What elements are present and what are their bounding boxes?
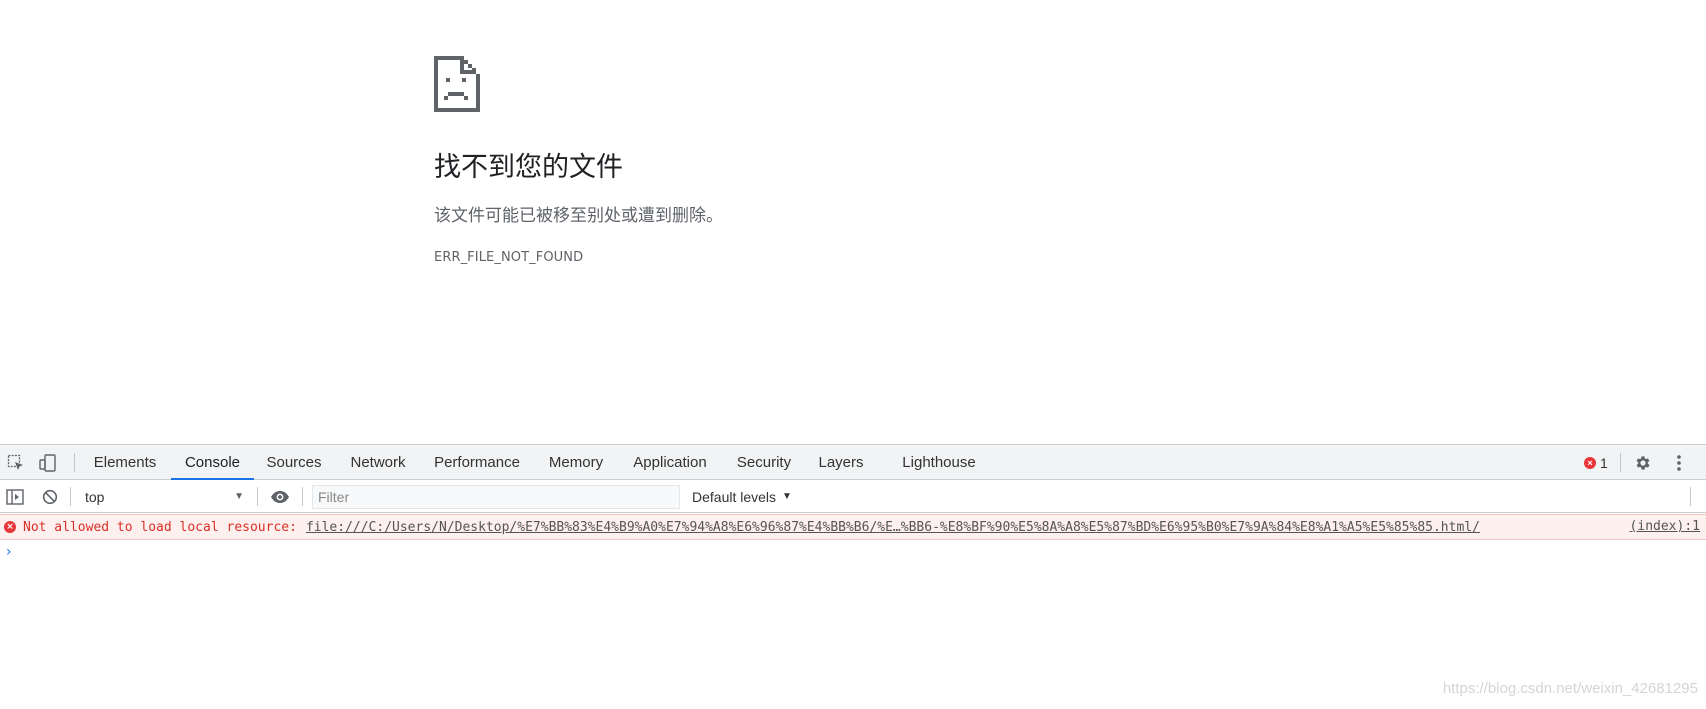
console-sidebar-icon[interactable]	[5, 487, 25, 507]
error-text: Not allowed to load local resource:	[23, 519, 297, 535]
error-title: 找不到您的文件	[434, 152, 623, 183]
tab-sources[interactable]: Sources	[261, 445, 327, 480]
log-levels-label: Default levels	[692, 488, 777, 505]
tabbar-divider	[74, 453, 75, 472]
devtools-tabbar: Elements Console Sources Network Perform…	[0, 445, 1706, 480]
toolbar-divider	[70, 487, 71, 506]
tab-elements[interactable]: Elements	[86, 445, 164, 480]
clear-console-icon[interactable]	[40, 487, 60, 507]
triangle-down-icon: ▼	[234, 491, 244, 502]
sad-document-icon	[434, 56, 480, 112]
more-vertical-icon[interactable]	[1669, 453, 1689, 473]
error-icon: ×	[1584, 457, 1596, 469]
error-resource-link[interactable]: file:///C:/Users/N/Desktop/%E7%BB%83%E4%…	[306, 520, 1480, 535]
toolbar-divider-right	[1690, 487, 1691, 506]
device-toolbar-icon[interactable]	[38, 453, 58, 473]
console-prompt[interactable]: ›	[6, 544, 12, 560]
error-code: ERR_FILE_NOT_FOUND	[434, 250, 584, 265]
context-value: top	[85, 488, 105, 505]
tab-application[interactable]: Application	[627, 445, 713, 480]
triangle-down-icon: ▼	[782, 491, 792, 502]
log-levels-dropdown[interactable]: Default levels ▼	[692, 485, 792, 508]
tab-memory[interactable]: Memory	[539, 445, 613, 480]
toolbar-divider	[302, 487, 303, 506]
gear-icon[interactable]	[1633, 453, 1653, 473]
error-count: 1	[1600, 455, 1608, 471]
console-toolbar: top ▼ Default levels ▼	[0, 480, 1706, 513]
source-location-link[interactable]: (index):1	[1630, 519, 1700, 534]
tabbar-divider-right	[1620, 453, 1621, 472]
tab-layers[interactable]: Layers	[815, 445, 867, 480]
inspect-element-icon[interactable]	[6, 453, 26, 473]
tab-network[interactable]: Network	[341, 445, 415, 480]
error-description: 该文件可能已被移至别处或遭到删除。	[434, 206, 723, 226]
tab-console[interactable]: Console	[171, 445, 254, 480]
devtools-panel: Elements Console Sources Network Perform…	[0, 444, 1706, 709]
tab-performance[interactable]: Performance	[429, 445, 525, 480]
context-selector[interactable]: top ▼	[78, 485, 250, 508]
watermark: https://blog.csdn.net/weixin_42681295	[1442, 680, 1698, 697]
error-page: 找不到您的文件 该文件可能已被移至别处或遭到删除。 ERR_FILE_NOT_F…	[0, 0, 1706, 444]
tab-lighthouse[interactable]: Lighthouse	[893, 445, 985, 480]
error-icon: ×	[4, 521, 16, 533]
console-error-message: × Not allowed to load local resource: fi…	[0, 514, 1706, 540]
error-count-badge[interactable]: × 1	[1584, 453, 1608, 473]
filter-input[interactable]	[312, 485, 680, 509]
live-expression-eye-icon[interactable]	[270, 487, 290, 507]
toolbar-divider	[257, 487, 258, 506]
tab-security[interactable]: Security	[727, 445, 801, 480]
